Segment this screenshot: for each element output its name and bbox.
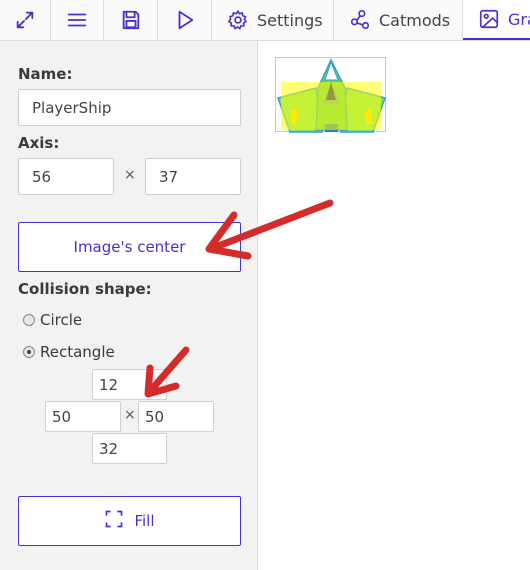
tab-catmods-label: Catmods	[379, 10, 451, 30]
sprite-preview	[275, 57, 386, 133]
rectangle-radio-option[interactable]: Rectangle	[23, 343, 115, 361]
rectangle-radio-label: Rectangle	[40, 343, 115, 361]
player-ship-sprite	[277, 58, 386, 133]
collision-shape-label: Collision shape:	[18, 280, 152, 298]
name-label: Name:	[18, 65, 73, 83]
save-button[interactable]	[104, 0, 158, 40]
axis-y-input[interactable]	[145, 158, 241, 195]
gear-icon	[227, 9, 249, 31]
toolbar: Settings Catmods Gra	[0, 0, 530, 41]
menu-icon	[66, 9, 88, 31]
rect-top-input[interactable]	[92, 369, 167, 400]
expand-icon	[14, 9, 36, 31]
expand-button[interactable]	[0, 0, 51, 40]
name-input[interactable]	[18, 89, 241, 126]
play-button[interactable]	[158, 0, 212, 40]
tab-settings-label: Settings	[257, 10, 323, 30]
image-center-button[interactable]: Image's center	[18, 222, 241, 272]
rect-left-input[interactable]	[45, 401, 121, 432]
tab-graphics[interactable]: Gra	[463, 0, 530, 40]
axis-x-input[interactable]	[18, 158, 114, 195]
tab-catmods[interactable]: Catmods	[334, 0, 463, 40]
image-icon	[478, 8, 500, 30]
texture-preview-area[interactable]	[259, 41, 530, 570]
circle-radio-option[interactable]: Circle	[23, 311, 82, 329]
texture-settings-panel: Name: Axis: × Image's center Collision s…	[0, 41, 258, 570]
axis-times-sign: ×	[124, 167, 136, 183]
play-icon	[174, 9, 196, 31]
menu-button[interactable]	[51, 0, 104, 40]
fill-icon	[104, 509, 124, 533]
circle-radio[interactable]	[23, 314, 35, 326]
rectangle-radio[interactable]	[23, 346, 35, 358]
circle-radio-label: Circle	[40, 311, 83, 329]
axis-label: Axis:	[18, 134, 60, 152]
share-icon	[349, 9, 371, 31]
tab-settings[interactable]: Settings	[212, 0, 334, 40]
rect-right-input[interactable]	[138, 401, 214, 432]
tab-graphics-label: Gra	[508, 9, 530, 29]
rect-times-sign: ×	[124, 407, 136, 423]
fill-button[interactable]: Fill	[18, 496, 241, 546]
image-center-label: Image's center	[73, 238, 186, 256]
rect-bottom-input[interactable]	[92, 433, 167, 464]
save-icon	[120, 9, 142, 31]
fill-label: Fill	[134, 512, 155, 530]
